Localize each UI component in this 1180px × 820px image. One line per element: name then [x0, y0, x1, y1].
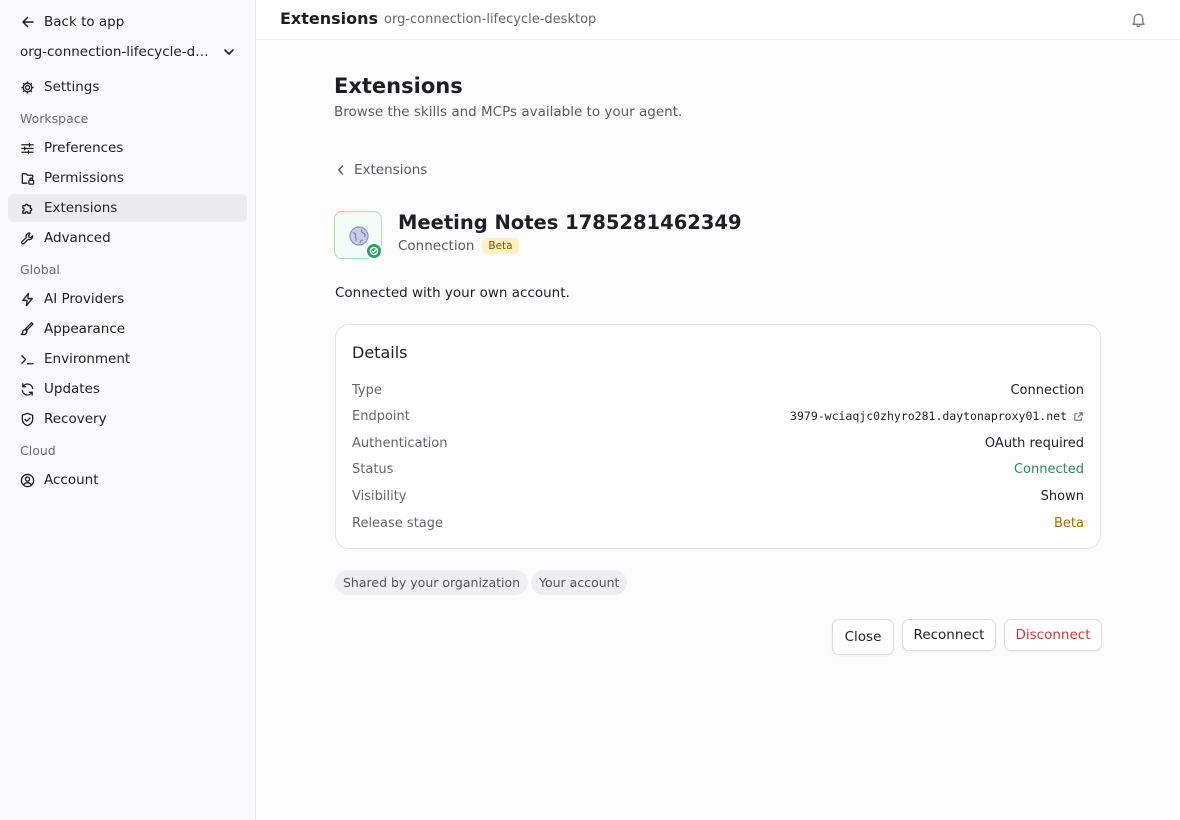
sidebar-item-environment[interactable]: Environment [8, 345, 247, 373]
page-title: Extensions [334, 74, 463, 98]
top-bar: Extensions org-connection-lifecycle-desk… [256, 0, 1180, 40]
detail-row-release-stage: Release stage Beta [352, 513, 1084, 533]
bell-icon [1132, 13, 1145, 28]
detail-key: Authentication [352, 435, 448, 451]
chip-shared-by-organization: Shared by your organization [335, 570, 529, 595]
sidebar-item-permissions[interactable]: Permissions [8, 164, 247, 192]
breadcrumb-extensions[interactable]: Extensions [334, 160, 427, 180]
top-bar-title: Extensions [280, 9, 379, 28]
notifications-button[interactable] [1130, 11, 1147, 32]
sidebar-item-label: Environment [44, 351, 131, 367]
section-label-workspace: Workspace [20, 111, 89, 126]
extension-name: Meeting Notes 1785281462349 [398, 211, 742, 234]
extension-type: Connection [398, 238, 475, 254]
wrench-icon [21, 231, 34, 244]
disconnect-button[interactable]: Disconnect [1004, 619, 1102, 651]
chip-your-account: Your account [531, 570, 628, 595]
beta-badge: Beta [482, 238, 519, 254]
bolt-icon [22, 292, 33, 306]
sidebar-item-account[interactable]: Account [8, 466, 247, 494]
top-bar-workspace: org-connection-lifecycle-desktop [384, 12, 597, 27]
detail-key: Endpoint [352, 408, 410, 424]
endpoint-value: 3979-wciaqjc0zhyro281.daytonaproxy01.net [790, 409, 1067, 423]
user-circle-icon [20, 473, 35, 487]
sidebar-item-label: Updates [44, 381, 100, 397]
puzzle-icon [22, 203, 33, 214]
sidebar-item-preferences[interactable]: Preferences [8, 134, 247, 162]
close-button[interactable]: Close [832, 619, 894, 655]
extension-meta: Connection Beta [398, 236, 519, 256]
detail-row-status: Status Connected [352, 459, 1084, 479]
status-value: Connected [1013, 461, 1084, 477]
detail-key: Visibility [352, 488, 407, 504]
detail-key: Type [352, 382, 382, 398]
sidebar-item-label: Advanced [44, 230, 111, 246]
external-link-icon [1074, 411, 1083, 421]
terminal-icon [21, 354, 34, 364]
back-to-app-button[interactable]: Back to app [20, 12, 124, 32]
gear-icon [21, 80, 34, 94]
sidebar-item-updates[interactable]: Updates [8, 375, 247, 403]
details-card: Details Type Connection Endpoint 3979-wc… [335, 324, 1101, 549]
detail-key: Release stage [352, 515, 444, 531]
chevron-down-icon [224, 49, 234, 55]
sidebar-item-label: Settings [44, 79, 100, 95]
sidebar-item-label: Extensions [44, 200, 118, 216]
section-label-global: Global [20, 262, 60, 277]
sidebar-item-label: Appearance [44, 321, 126, 337]
folder-lock-icon [21, 172, 35, 185]
detail-row-visibility: Visibility Shown [352, 486, 1084, 506]
detail-row-endpoint: Endpoint 3979-wciaqjc0zhyro281.daytonapr… [352, 406, 1084, 426]
sidebar-item-label: Permissions [44, 170, 124, 186]
detail-value: Shown [1040, 488, 1084, 504]
sidebar-item-label: Account [44, 472, 99, 488]
main-content: Extensions Browse the skills and MCPs av… [256, 40, 1180, 820]
page-subtitle: Browse the skills and MCPs available to … [334, 104, 683, 120]
sidebar-item-appearance[interactable]: Appearance [8, 315, 247, 343]
sidebar-item-label: AI Providers [44, 291, 125, 307]
sliders-icon [21, 142, 34, 154]
detail-key: Status [352, 461, 394, 477]
release-stage-value: Beta [1054, 515, 1084, 531]
breadcrumb-label: Extensions [354, 162, 428, 178]
connected-check-icon [365, 242, 383, 260]
workspace-name: org-connection-lifecycle-desktop [20, 44, 212, 60]
refresh-icon [21, 382, 34, 396]
sidebar-item-label: Preferences [44, 140, 124, 156]
sidebar-item-recovery[interactable]: Recovery [8, 405, 247, 433]
back-to-app-label: Back to app [44, 14, 125, 30]
arrow-left-icon [22, 16, 34, 28]
sidebar-item-ai-providers[interactable]: AI Providers [8, 285, 247, 313]
endpoint-link[interactable]: 3979-wciaqjc0zhyro281.daytonaproxy01.net [790, 409, 1084, 423]
sidebar-item-settings[interactable]: Settings [8, 73, 247, 101]
sidebar: Back to app org-connection-lifecycle-des… [0, 0, 256, 820]
reconnect-button[interactable]: Reconnect [902, 619, 996, 651]
sidebar-item-label: Recovery [44, 411, 107, 427]
sidebar-item-advanced[interactable]: Advanced [8, 224, 247, 252]
workspace-selector[interactable]: org-connection-lifecycle-desktop [20, 42, 236, 62]
detail-row-authentication: Authentication OAuth required [352, 433, 1084, 453]
detail-value: OAuth required [984, 435, 1084, 451]
paintbrush-icon [20, 321, 34, 335]
extension-icon [334, 211, 383, 260]
sidebar-item-extensions[interactable]: Extensions [8, 194, 247, 222]
connection-message: Connected with your own account. [335, 285, 570, 301]
section-label-cloud: Cloud [20, 443, 56, 458]
detail-row-type: Type Connection [352, 380, 1084, 400]
detail-value: Connection [1010, 382, 1084, 398]
chevron-left-icon [338, 165, 344, 175]
details-title: Details [352, 343, 408, 362]
shield-check-icon [21, 412, 34, 426]
